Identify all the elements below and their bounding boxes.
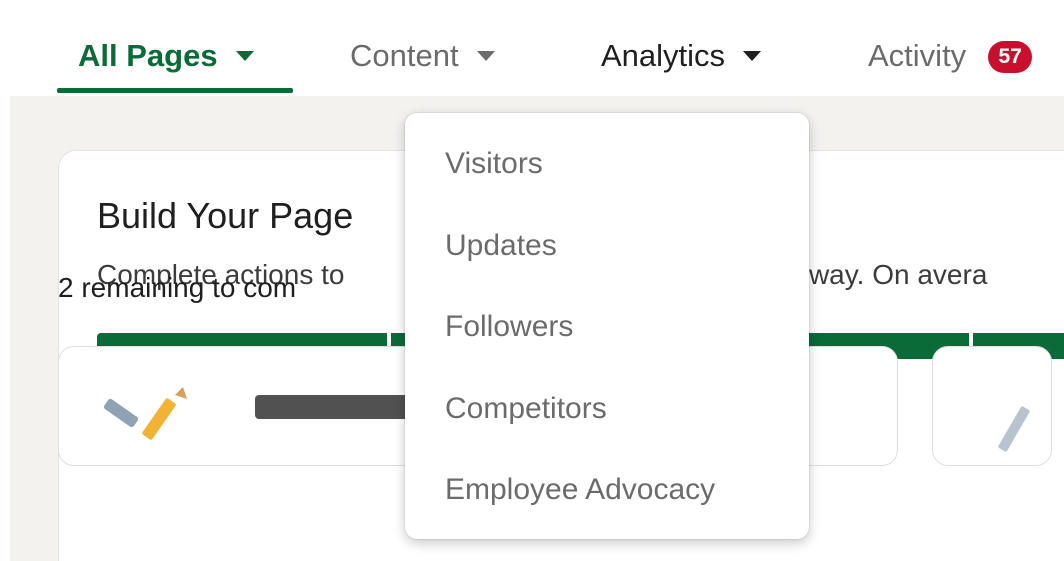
analytics-dropdown-menu: Visitors Updates Followers Competitors E… <box>405 113 809 539</box>
caret-down-icon <box>476 51 495 61</box>
notification-badge: 57 <box>988 41 1033 73</box>
tab-label: All Pages <box>78 38 218 73</box>
menu-item-employee-advocacy[interactable]: Employee Advocacy <box>445 473 715 507</box>
tab-label: Activity <box>868 38 967 73</box>
action-card-heading <box>255 395 425 419</box>
card-title: Build Your Page <box>97 195 354 236</box>
tab-content[interactable]: Content <box>350 28 495 84</box>
menu-item-visitors[interactable]: Visitors <box>445 147 543 181</box>
menu-item-followers[interactable]: Followers <box>445 310 573 344</box>
edit-icon <box>998 406 1030 452</box>
tab-analytics[interactable]: Analytics <box>601 28 762 84</box>
menu-item-updates[interactable]: Updates <box>445 229 557 263</box>
tab-label: Content <box>350 38 459 73</box>
tab-all-pages[interactable]: All Pages <box>78 28 254 84</box>
remaining-count: 2 remaining to com <box>58 272 297 303</box>
top-navigation: All Pages Content Analytics Activity 57 <box>0 0 1064 96</box>
caret-down-icon <box>743 51 762 61</box>
tab-label: Analytics <box>601 38 726 73</box>
tab-activity[interactable]: Activity 57 <box>868 28 1033 84</box>
action-card[interactable] <box>932 346 1052 466</box>
active-tab-underline <box>57 88 293 93</box>
pencil-icon <box>103 387 187 440</box>
menu-item-competitors[interactable]: Competitors <box>445 392 607 426</box>
caret-down-icon <box>235 51 254 61</box>
